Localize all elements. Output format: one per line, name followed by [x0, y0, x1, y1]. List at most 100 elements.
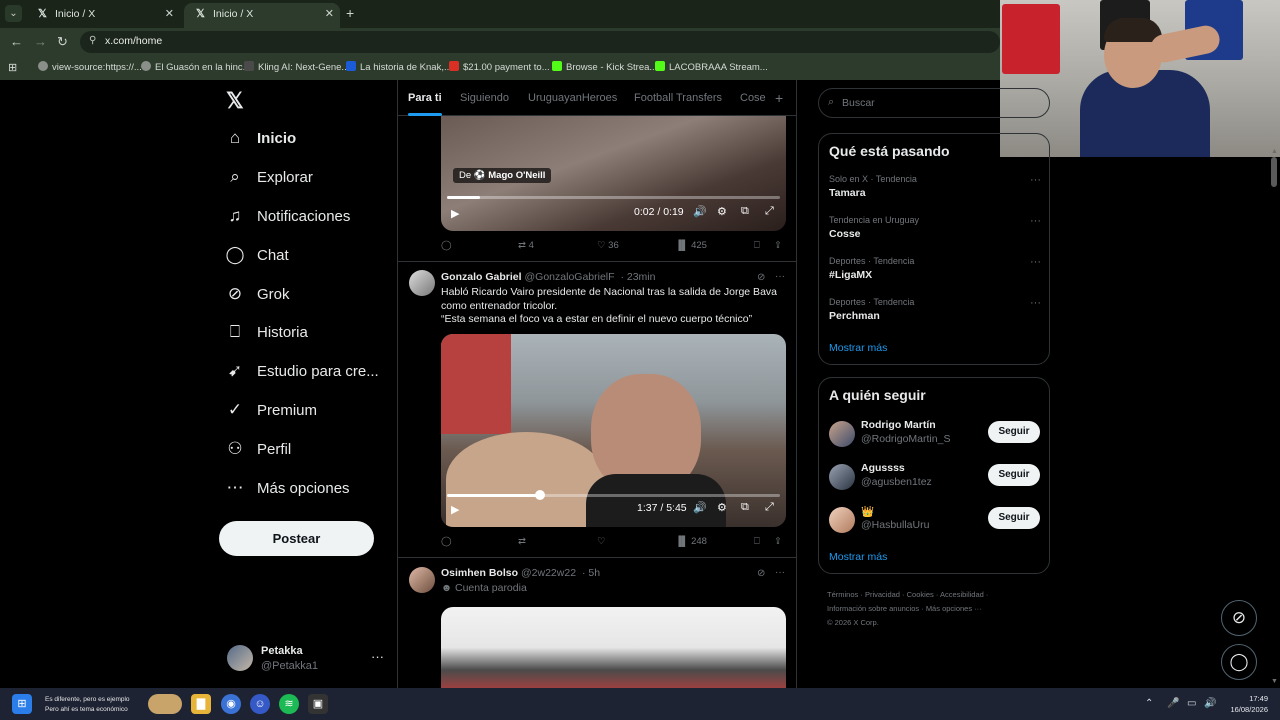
tweet-author[interactable]: Gonzalo Gabriel @GonzaloGabrielF · 23min [441, 271, 655, 283]
nav-item-explorar[interactable]: ⌕ Explorar [215, 158, 395, 196]
bookmark-item[interactable]: LACOBRAAA Stream... [655, 61, 768, 73]
bookmark-item[interactable]: view-source:https://... [38, 61, 142, 73]
tweet-author[interactable]: Osimhen Bolso @2w22w22 · 5h [441, 567, 600, 579]
grok-explain-icon[interactable]: ⊘ [757, 568, 765, 579]
discord-icon[interactable]: ☺ [250, 694, 270, 714]
fullscreen-icon[interactable]: ⤢ [765, 205, 774, 218]
like-button[interactable]: ♡ 36 [597, 240, 619, 251]
grok-explain-icon[interactable]: ⊘ [757, 272, 765, 283]
tweet-video[interactable]: ▶ 1:37 / 5:45 🔊 ⚙ ⧉ ⤢ [441, 334, 786, 527]
nav-item-perfil[interactable]: ⚇ Perfil [215, 430, 395, 468]
follow-button[interactable]: Seguir [988, 464, 1040, 486]
clock[interactable]: 17:49 16/08/2026 [1222, 693, 1268, 715]
show-more-link[interactable]: Mostrar más [829, 551, 887, 563]
show-more-link[interactable]: Mostrar más [829, 342, 887, 354]
like-icon[interactable]: ♡ [597, 536, 606, 547]
post-button[interactable]: Postear [219, 521, 374, 556]
bookmark-item[interactable]: Kling AI: Next-Gene... [244, 61, 349, 73]
reload-icon[interactable]: ↻ [57, 34, 68, 50]
trend-item[interactable]: Tendencia en Uruguay Cosse ··· [829, 215, 1041, 240]
obs-icon[interactable]: ▣ [308, 694, 328, 714]
more-icon[interactable]: ··· [1030, 297, 1041, 309]
trend-item[interactable]: Deportes · Tendencia Perchman ··· [829, 297, 1041, 322]
tab-para-ti[interactable]: Para ti [408, 92, 442, 104]
nav-item-premium[interactable]: ✓ Premium [215, 391, 395, 429]
scroll-down-icon[interactable]: ▼ [1271, 678, 1278, 685]
browser-tab-2[interactable]: 𝕏 Inicio / X ✕ [184, 3, 340, 28]
volume-icon[interactable]: 🔊 [693, 205, 707, 218]
share-icon[interactable]: ⇪ [774, 240, 782, 251]
tab-search-button[interactable]: ⌄ [5, 5, 22, 22]
retweet-icon[interactable]: ⇄ [518, 536, 526, 547]
fullscreen-icon[interactable]: ⤢ [765, 501, 774, 514]
more-icon[interactable]: ··· [371, 649, 384, 664]
tweet-image[interactable] [441, 607, 786, 688]
forward-icon[interactable]: → [34, 34, 47, 49]
nav-item-estudio[interactable]: ➹ Estudio para cre... [215, 352, 395, 390]
browser-tab-1[interactable]: 𝕏 Inicio / X ✕ [26, 3, 180, 28]
follow-button[interactable]: Seguir [988, 507, 1040, 529]
pip-icon[interactable]: ⧉ [741, 501, 749, 514]
chrome-icon[interactable]: ◉ [221, 694, 241, 714]
bookmark-item[interactable]: El Guasón en la hinc... [141, 61, 251, 73]
network-icon[interactable]: ▭ [1187, 698, 1196, 709]
more-icon[interactable]: ··· [1030, 215, 1041, 227]
close-tab-icon[interactable]: ✕ [165, 3, 174, 26]
grok-fab-icon[interactable]: ⊘ [1221, 600, 1257, 636]
share-icon[interactable]: ⇪ [774, 536, 782, 547]
x-logo-icon[interactable]: 𝕏 [226, 88, 244, 114]
site-info-icon[interactable]: ⚲ [89, 35, 96, 46]
bookmark-item[interactable]: $21.00 payment to... [449, 61, 550, 73]
video-source-label[interactable]: De ⚽ Mago O'Neill [453, 168, 552, 183]
tray-overflow-icon[interactable]: ⌃ [1145, 698, 1153, 709]
news-thumbnail-icon[interactable] [148, 694, 182, 714]
footer-link[interactable]: Accesibilidad [940, 590, 984, 599]
views-count[interactable]: ▐▌ 425 [675, 240, 707, 251]
more-icon[interactable]: ··· [1030, 174, 1041, 186]
reply-icon[interactable]: ◯ [441, 240, 452, 251]
account-switcher[interactable]: Petakka @Petakka1 ··· [225, 643, 400, 683]
page-scrollbar[interactable] [1271, 157, 1277, 187]
follow-suggestion[interactable]: Rodrigo Martín @RodrigoMartin_S Seguir [829, 419, 1041, 447]
bookmark-icon[interactable]: ⎕ [754, 536, 760, 547]
volume-icon[interactable]: 🔊 [1204, 698, 1216, 709]
tweet-video[interactable]: De ⚽ Mago O'Neill ▶ 0:02 / 0:19 🔊 ⚙ ⧉ ⤢ [441, 116, 786, 231]
start-icon[interactable]: ⊞ [12, 694, 32, 714]
avatar[interactable] [409, 270, 435, 296]
follow-button[interactable]: Seguir [988, 421, 1040, 443]
address-bar[interactable]: ⚲ x.com/home [80, 31, 1000, 53]
nav-item-inicio[interactable]: ⌂ Inicio [215, 119, 395, 157]
spotify-icon[interactable]: ≋ [279, 694, 299, 714]
messages-fab-icon[interactable]: ◯ [1221, 644, 1257, 680]
nav-item-notificaciones[interactable]: ♫ Notificaciones [215, 197, 395, 235]
pip-icon[interactable]: ⧉ [741, 205, 749, 218]
trend-item[interactable]: Solo en X · Tendencia Tamara ··· [829, 174, 1041, 199]
bookmark-item[interactable]: Browse - Kick Strea... [552, 61, 657, 73]
settings-icon[interactable]: ⚙ [717, 501, 727, 514]
views-count[interactable]: ▐▌ 248 [675, 536, 707, 547]
nav-item-mas-opciones[interactable]: ⋯ Más opciones [215, 469, 395, 507]
play-icon[interactable]: ▶ [451, 503, 459, 516]
settings-icon[interactable]: ⚙ [717, 205, 727, 218]
close-tab-icon[interactable]: ✕ [325, 3, 334, 26]
footer-link[interactable]: Términos [827, 590, 858, 599]
back-icon[interactable]: ← [10, 34, 23, 49]
play-icon[interactable]: ▶ [451, 207, 459, 220]
reply-icon[interactable]: ◯ [441, 536, 452, 547]
more-icon[interactable]: ··· [1030, 256, 1041, 268]
search-input[interactable]: ⌕ Buscar [818, 88, 1050, 118]
footer-link[interactable]: Privacidad [865, 590, 900, 599]
microphone-icon[interactable]: 🎤 [1167, 698, 1179, 709]
add-tab-icon[interactable]: + [775, 90, 783, 106]
follow-suggestion[interactable]: Agussss @agusben1tez Seguir [829, 462, 1041, 490]
bookmark-item[interactable]: La historia de Knak,... [346, 61, 452, 73]
file-explorer-icon[interactable]: ▇ [191, 694, 211, 714]
retweet-button[interactable]: ⇄ 4 [518, 240, 534, 251]
nav-item-historia[interactable]: ⎕ Historia [215, 313, 395, 351]
tab-cose[interactable]: Cose [740, 92, 766, 104]
nav-item-chat[interactable]: ◯ Chat [215, 236, 395, 274]
avatar[interactable] [409, 567, 435, 593]
tab-uruguayanheroes[interactable]: UruguayanHeroes [528, 92, 617, 104]
nav-item-grok[interactable]: ⊘ Grok [215, 275, 395, 313]
follow-suggestion[interactable]: 👑 @HasbullaUru Seguir [829, 505, 1041, 533]
